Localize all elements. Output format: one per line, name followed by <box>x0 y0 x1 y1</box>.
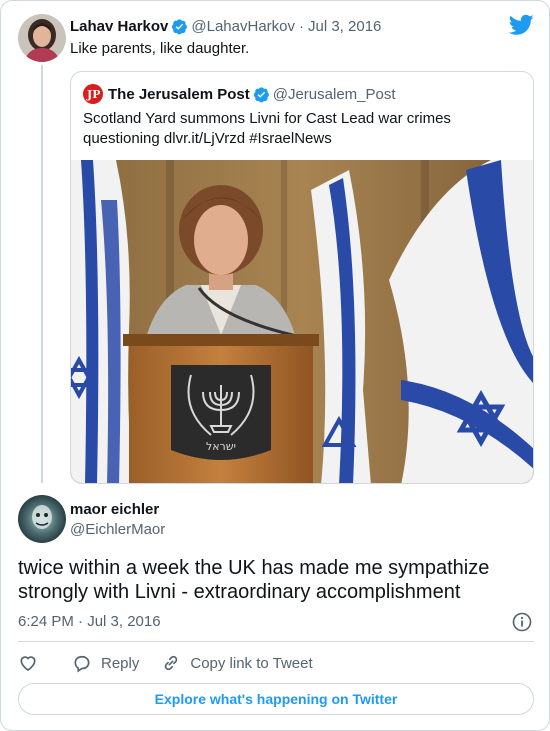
verified-badge-icon <box>253 86 270 103</box>
parent-tweet-text: Like parents, like daughter. <box>70 40 250 57</box>
separator-dot: · <box>299 17 304 35</box>
verified-badge-icon <box>171 18 188 35</box>
parent-tweet-header: Lahav Harkov @LahavHarkov · Jul 3, 2016 <box>70 16 381 36</box>
link-icon <box>165 655 178 671</box>
parent-handle[interactable]: @LahavHarkov <box>191 18 295 35</box>
parent-display-name[interactable]: Lahav Harkov <box>70 18 168 35</box>
tweet-actions-bar: Reply Copy link to Tweet <box>18 652 313 674</box>
reply-label: Reply <box>101 654 140 672</box>
main-display-name[interactable]: maor eichler <box>70 501 159 518</box>
tweet-timestamp[interactable]: 6:24 PM · Jul 3, 2016 <box>18 613 161 630</box>
reply-bubble-icon <box>74 655 90 673</box>
main-handle[interactable]: @EichlerMaor <box>70 521 165 538</box>
quoted-tweet-text: Scotland Yard summons Livni for Cast Lea… <box>83 110 451 147</box>
twitter-bird-icon[interactable] <box>508 14 534 36</box>
podium-emblem-text: ישראל <box>206 440 236 453</box>
actions-divider <box>18 641 534 642</box>
maor-eichler-avatar[interactable] <box>18 495 66 543</box>
copy-link-button[interactable]: Copy link to Tweet <box>161 653 313 673</box>
explore-twitter-button[interactable]: Explore what's happening on Twitter <box>18 683 534 715</box>
main-tweet-text: twice within a week the UK has made me s… <box>18 557 490 603</box>
copy-link-label: Copy link to Tweet <box>190 654 313 672</box>
svg-text:JP: JP <box>86 88 100 101</box>
parent-date[interactable]: Jul 3, 2016 <box>308 18 381 35</box>
like-button[interactable] <box>18 653 38 673</box>
quoted-handle: @Jerusalem_Post <box>272 85 396 103</box>
tweet-embed-card: Lahav Harkov @LahavHarkov · Jul 3, 2016 … <box>0 0 550 731</box>
reply-button[interactable]: Reply <box>72 653 139 673</box>
quoted-tweet-photo[interactable]: ישראל <box>71 160 533 483</box>
quoted-tweet-header: JP The Jerusalem Post @Jerusalem_Post <box>83 84 396 104</box>
info-icon[interactable] <box>512 612 532 632</box>
heart-icon <box>20 656 36 672</box>
quoted-display-name: The Jerusalem Post <box>108 85 250 103</box>
quoted-tweet[interactable]: JP The Jerusalem Post @Jerusalem_Post Sc… <box>70 71 534 484</box>
lahav-harkov-avatar[interactable] <box>18 14 66 62</box>
jerusalem-post-logo-icon: JP <box>83 84 103 104</box>
thread-connector-line <box>41 65 43 483</box>
